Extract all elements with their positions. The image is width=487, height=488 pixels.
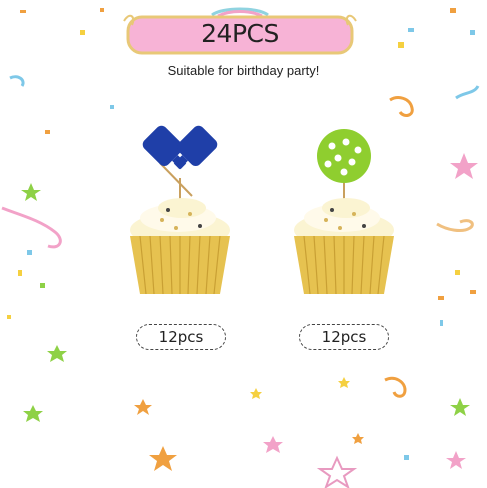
quantity-label-paddles: 12pcs: [136, 324, 226, 350]
star-decoration: [134, 399, 152, 415]
star-decoration: [149, 446, 177, 471]
star-decoration: [316, 455, 358, 488]
confetti-piece: [408, 28, 414, 32]
star-decoration: [352, 433, 364, 444]
star-decoration: [23, 405, 43, 422]
star-decoration: [446, 451, 466, 469]
ribbon-decoration: [384, 376, 407, 398]
confetti-piece: [20, 10, 26, 13]
cupcake-paddles: [120, 118, 240, 298]
confetti-piece: [27, 250, 32, 255]
star-decoration: [338, 377, 350, 388]
cupcake-liner: [294, 235, 394, 295]
ribbon-decoration: [9, 75, 25, 87]
cupcake-image: [130, 125, 230, 295]
cupcake-ball: [284, 118, 404, 298]
ribbon-decoration: [436, 219, 474, 233]
title-banner: 24PCS: [122, 7, 358, 59]
star-decoration: [47, 345, 67, 362]
confetti-piece: [450, 8, 456, 13]
banner-label: 24PCS: [201, 19, 279, 48]
ribbon-decoration: [1, 206, 62, 249]
ribbon-decoration: [455, 85, 480, 100]
confetti-piece: [80, 30, 85, 35]
confetti-piece: [455, 270, 460, 275]
star-decoration: [250, 388, 262, 399]
confetti-piece: [45, 130, 50, 134]
star-decoration: [450, 398, 470, 416]
confetti-piece: [100, 8, 104, 12]
confetti-piece: [438, 296, 444, 300]
star-decoration: [263, 436, 283, 453]
confetti-piece: [398, 42, 404, 48]
cupcake-liner: [130, 235, 230, 295]
subtitle: Suitable for birthday party!: [167, 63, 320, 78]
star-decoration: [450, 153, 478, 179]
confetti-piece: [110, 105, 114, 109]
star-decoration: [21, 183, 41, 201]
ribbon-decoration: [389, 96, 414, 117]
confetti-piece: [7, 315, 11, 319]
confetti-piece: [440, 320, 443, 326]
confetti-piece: [470, 290, 476, 294]
confetti-piece: [18, 270, 22, 276]
confetti-piece: [470, 30, 475, 35]
cupcake-image: [294, 129, 394, 295]
quantity-label-ball: 12pcs: [299, 324, 389, 350]
confetti-piece: [40, 283, 45, 288]
confetti-piece: [404, 455, 409, 460]
